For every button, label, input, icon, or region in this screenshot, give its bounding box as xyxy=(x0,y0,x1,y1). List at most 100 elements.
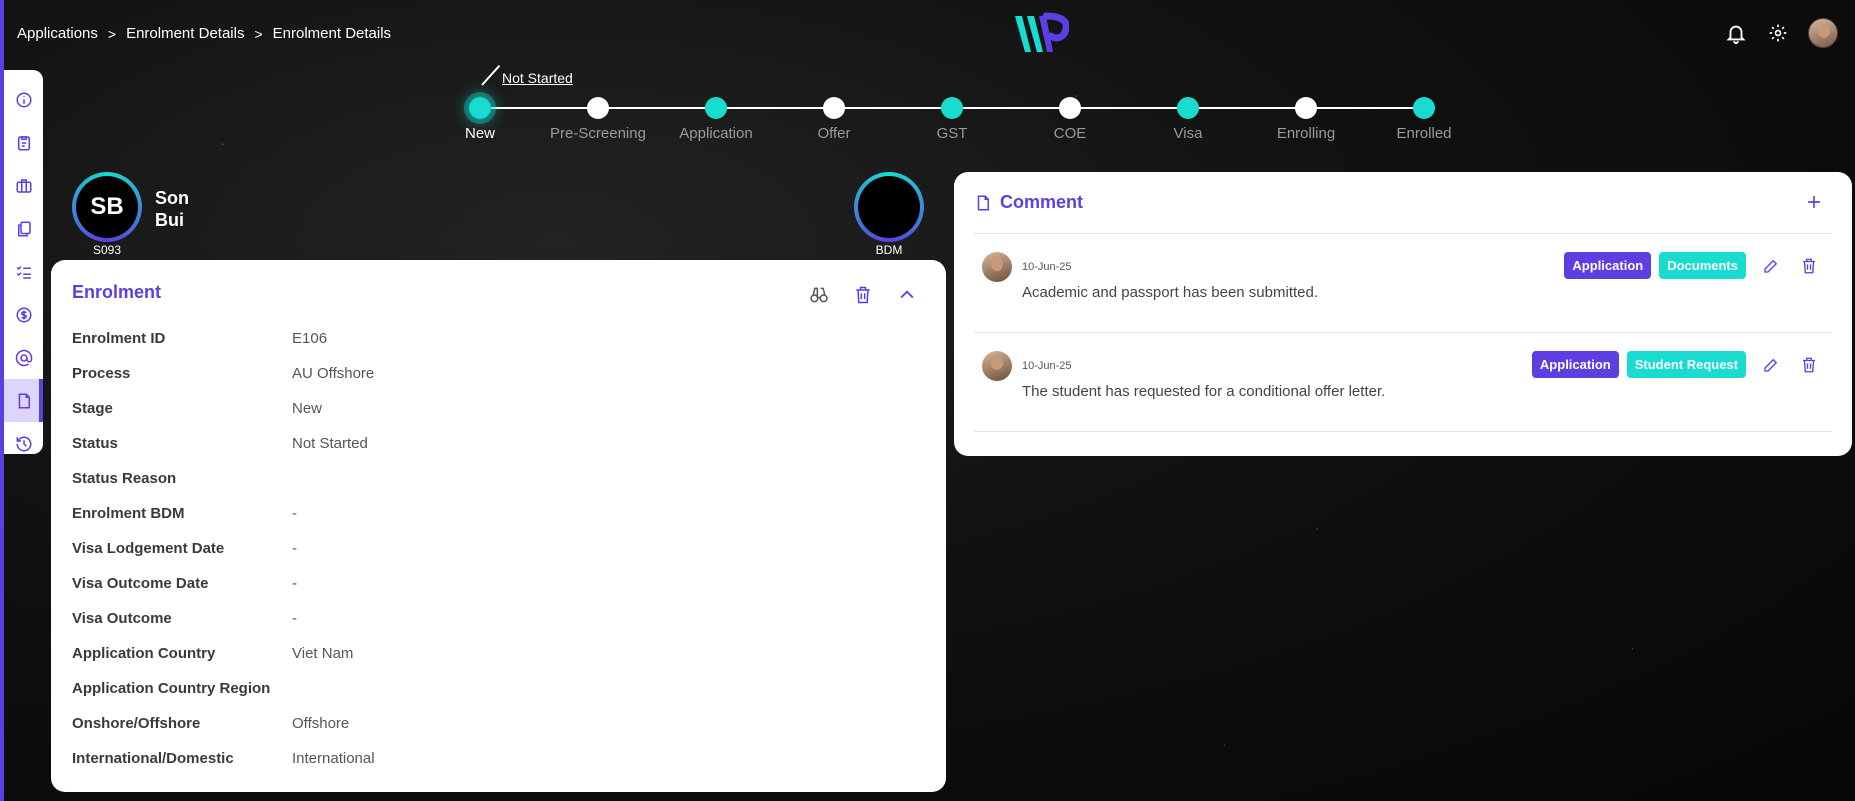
at-icon xyxy=(15,349,32,366)
breadcrumb-item-applications[interactable]: Applications xyxy=(17,25,98,42)
field-value: E106 xyxy=(292,330,328,347)
student-first-name: Son xyxy=(155,188,189,208)
step-offer[interactable]: Offer xyxy=(774,97,894,142)
comment-tags: Application Student Request xyxy=(1531,351,1822,378)
tag-student-request: Student Request xyxy=(1626,351,1746,378)
breadcrumb-item-enrolment-details[interactable]: Enrolment Details xyxy=(126,25,244,42)
breadcrumb-separator: > xyxy=(107,25,117,42)
field-label: Status xyxy=(72,435,118,452)
bell-icon[interactable] xyxy=(1724,21,1748,45)
enrolment-fields: Enrolment ID E106 Process AU Offshore Stag… xyxy=(72,321,925,776)
comment-card: Comment 10-Jun-25 Academic and passport … xyxy=(954,172,1852,456)
bdm-avatar[interactable] xyxy=(854,172,924,242)
sidebar-item-enrolment[interactable] xyxy=(4,379,43,422)
field-label: Enrolment ID xyxy=(72,330,166,347)
step-enrolled[interactable]: Enrolled xyxy=(1364,97,1484,142)
step-pre-screening[interactable]: Pre-Screening xyxy=(538,97,658,142)
comment-date: 10-Jun-25 xyxy=(1022,261,1072,273)
sidebar-item-email[interactable] xyxy=(4,336,43,379)
documents-icon xyxy=(17,221,31,236)
step-new[interactable]: New xyxy=(420,97,540,142)
comment-header: Comment xyxy=(974,172,1832,234)
field-row: Stage New xyxy=(72,391,925,426)
comment-text: The student has requested for a conditio… xyxy=(1022,383,1386,400)
field-row: Process AU Offshore xyxy=(72,356,925,391)
stage-stepper: Not Started New Pre-Screening Applicatio… xyxy=(460,65,1460,150)
breadcrumb-separator: > xyxy=(254,25,263,42)
step-dot xyxy=(705,97,727,119)
chevron-up-icon[interactable] xyxy=(896,284,918,306)
sidebar-item-clipboard[interactable] xyxy=(4,121,43,164)
field-value: International xyxy=(292,750,375,767)
comment-text: Academic and passport has been submitted… xyxy=(1022,284,1319,301)
step-dot xyxy=(587,97,609,119)
trash-icon[interactable] xyxy=(1796,352,1822,378)
sidebar-item-documents[interactable] xyxy=(4,207,43,250)
field-label: Application Country Region xyxy=(72,680,271,697)
field-value: AU Offshore xyxy=(292,365,375,382)
trash-icon[interactable] xyxy=(1796,253,1822,279)
sidebar-item-history[interactable] xyxy=(4,422,43,465)
plus-icon[interactable] xyxy=(1804,192,1824,212)
student-initials: SB xyxy=(76,176,138,238)
history-icon xyxy=(16,436,31,451)
sidebar-item-checklist[interactable] xyxy=(4,250,43,293)
clipboard-icon xyxy=(17,135,30,150)
info-icon xyxy=(16,92,31,107)
enrolment-title: Enrolment xyxy=(72,282,162,302)
field-row: Status Reason xyxy=(72,461,925,496)
step-visa[interactable]: Visa xyxy=(1128,97,1248,142)
field-value: Not Started xyxy=(292,435,368,452)
breadcrumb-item-current: Enrolment Details xyxy=(272,25,392,42)
wp-logo-icon[interactable] xyxy=(1013,12,1069,56)
step-label: Enrolled xyxy=(1396,125,1452,142)
tag-documents: Documents xyxy=(1659,252,1746,279)
step-application[interactable]: Application xyxy=(656,97,776,142)
field-row: Onshore/Offshore Offshore xyxy=(72,706,925,741)
checklist-icon xyxy=(16,265,31,279)
field-row: Visa Outcome - xyxy=(72,601,925,636)
step-gst[interactable]: GST xyxy=(892,97,1012,142)
step-label: Visa xyxy=(1173,125,1203,142)
step-label: Application xyxy=(679,125,753,142)
student-avatar[interactable]: SB xyxy=(72,172,142,242)
step-label: Offer xyxy=(817,125,851,142)
field-row: Enrolment BDM - xyxy=(72,496,925,531)
field-row: Visa Lodgement Date - xyxy=(72,531,925,566)
comment-avatar xyxy=(982,252,1012,282)
trash-icon[interactable] xyxy=(852,284,874,306)
edit-icon[interactable] xyxy=(1758,253,1784,279)
sidebar-item-finance[interactable] xyxy=(4,293,43,336)
step-coe[interactable]: COE xyxy=(1010,97,1130,142)
dollar-icon xyxy=(16,307,31,322)
step-enrolling[interactable]: Enrolling xyxy=(1246,97,1366,142)
comment-tags: Application Documents xyxy=(1564,252,1822,279)
step-dot xyxy=(469,97,491,119)
sidebar-item-info[interactable] xyxy=(4,78,43,121)
field-label: International/Domestic xyxy=(72,750,234,767)
field-row: Enrolment ID E106 xyxy=(72,321,925,356)
field-label: Application Country xyxy=(72,645,216,662)
sidebar-item-briefcase[interactable] xyxy=(4,164,43,207)
tag-application: Application xyxy=(1531,351,1619,378)
comment-item: 10-Jun-25 The student has requested for … xyxy=(974,333,1832,432)
field-label: Onshore/Offshore xyxy=(72,715,201,732)
field-value: - xyxy=(292,540,297,557)
step-label: GST xyxy=(936,125,968,142)
student-id: S093 xyxy=(92,243,122,257)
edit-icon[interactable] xyxy=(1758,352,1784,378)
field-row: Status Not Started xyxy=(72,426,925,461)
user-avatar[interactable] xyxy=(1808,18,1838,48)
enrolment-card: Enrolment Enrolment ID E106 Process AU Off… xyxy=(51,260,946,792)
step-label: Enrolling xyxy=(1276,125,1336,142)
field-value: Offshore xyxy=(292,715,350,732)
field-row: International/Domestic International xyxy=(72,741,925,776)
binoculars-icon[interactable] xyxy=(808,284,830,306)
briefcase-icon xyxy=(16,178,31,193)
bdm-label: BDM xyxy=(875,243,903,257)
field-value: - xyxy=(292,610,297,627)
gear-icon[interactable] xyxy=(1766,21,1790,45)
comment-avatar xyxy=(982,351,1012,381)
step-dot xyxy=(1059,97,1081,119)
enrolment-actions xyxy=(808,284,918,306)
